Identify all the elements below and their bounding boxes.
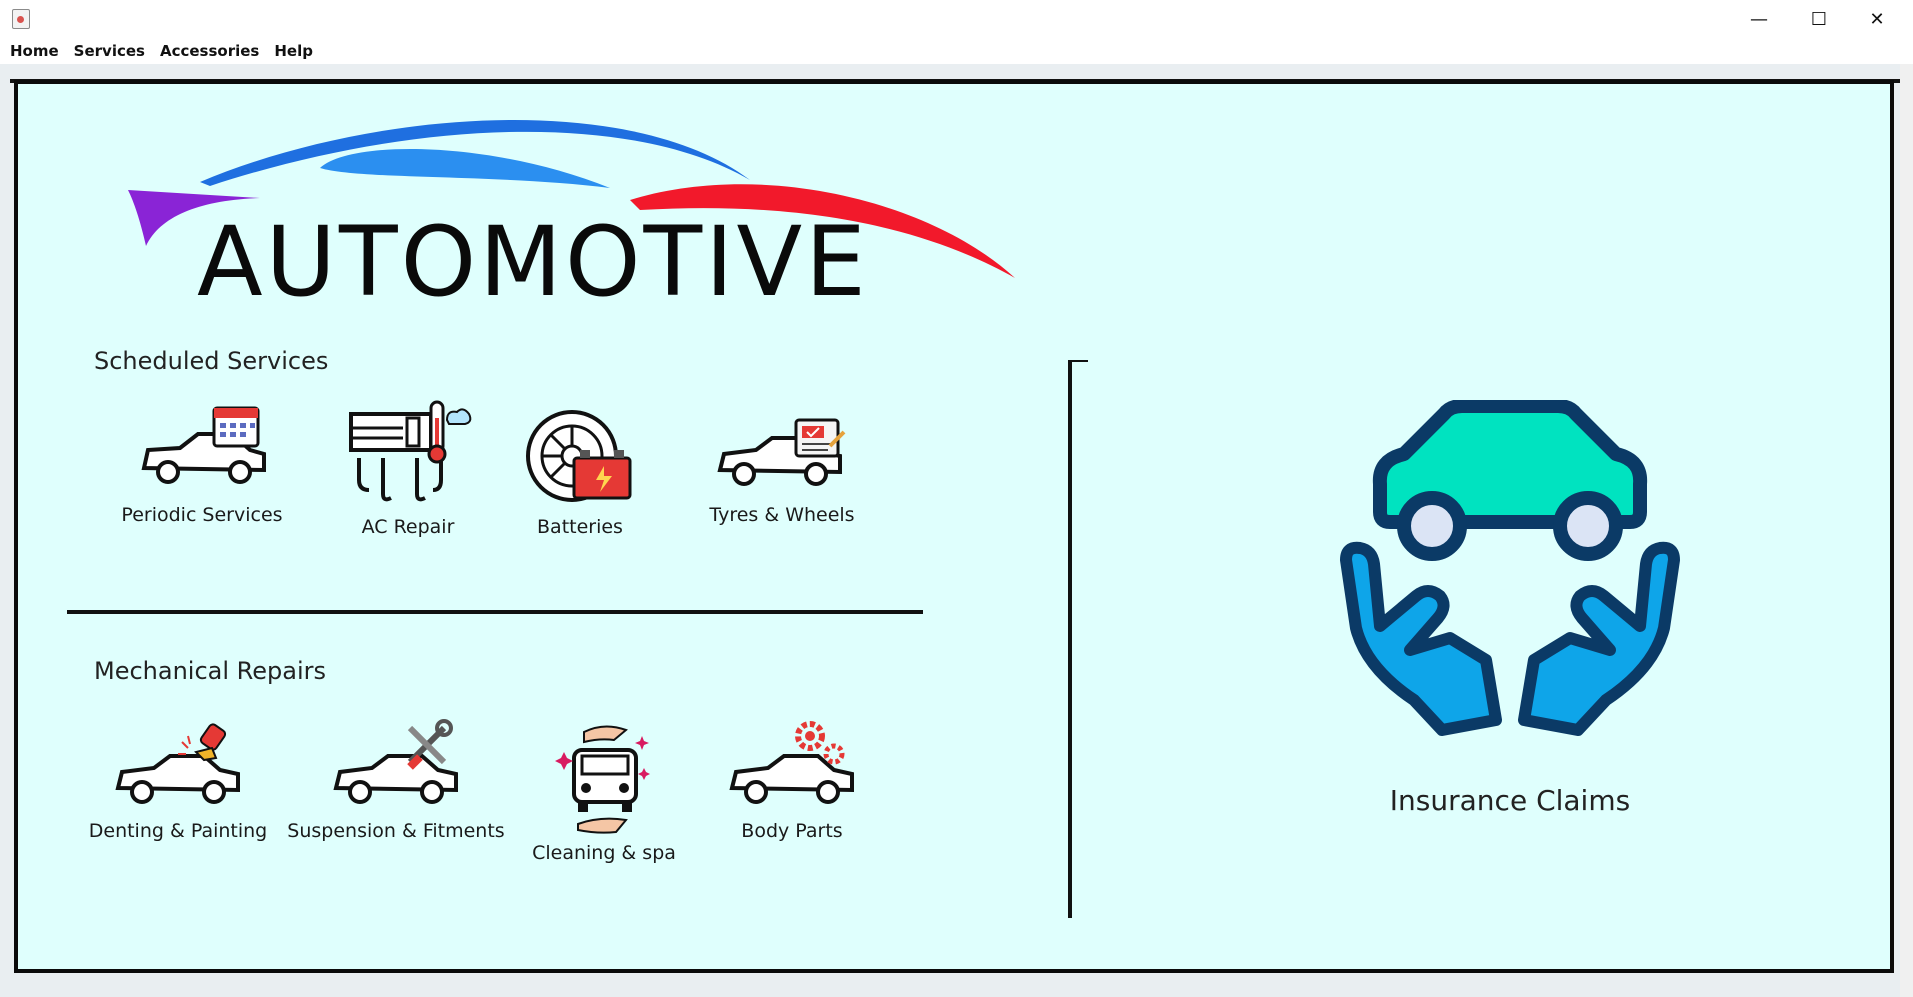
right-edge bbox=[1900, 64, 1913, 997]
batteries-tile[interactable]: Batteries bbox=[470, 398, 690, 538]
menu-help[interactable]: Help bbox=[274, 40, 313, 62]
ac-thermometer-icon bbox=[349, 400, 472, 502]
maximize-icon: ☐ bbox=[1810, 8, 1828, 30]
mechanical-repairs-title: Mechanical Repairs bbox=[94, 657, 327, 685]
denting-painting-label: Denting & Painting bbox=[88, 820, 268, 842]
title-bar: — ☐ ✕ bbox=[0, 0, 1913, 38]
car-calendar-icon bbox=[141, 406, 266, 484]
vertical-divider-tick bbox=[1068, 360, 1088, 362]
insurance-claims-tile[interactable]: Insurance Claims bbox=[1310, 399, 1710, 817]
close-icon: ✕ bbox=[1869, 8, 1885, 30]
menu-services[interactable]: Services bbox=[74, 40, 145, 62]
logo-text: AUTOMOTIVE bbox=[197, 206, 869, 318]
minimize-icon: — bbox=[1750, 8, 1768, 30]
insurance-claims-label: Insurance Claims bbox=[1389, 784, 1631, 817]
minimize-button[interactable]: — bbox=[1730, 0, 1788, 38]
maximize-button[interactable]: ☐ bbox=[1790, 0, 1848, 38]
car-spray-gun-icon bbox=[115, 723, 240, 804]
menu-bar: Home Services Accessories Help bbox=[0, 38, 1913, 64]
menu-accessories[interactable]: Accessories bbox=[160, 40, 259, 62]
menu-home[interactable]: Home bbox=[10, 40, 59, 62]
suspension-fitments-tile[interactable]: Suspension & Fitments bbox=[286, 718, 506, 842]
tire-battery-icon bbox=[526, 410, 632, 502]
body-parts-tile[interactable]: Body Parts bbox=[682, 718, 902, 842]
car-hands-clean-icon bbox=[555, 725, 650, 834]
car-hands-insurance-icon bbox=[1340, 399, 1680, 736]
periodic-services-tile[interactable]: Periodic Services bbox=[92, 398, 312, 526]
car-checklist-icon bbox=[717, 418, 846, 486]
tyres-wheels-tile[interactable]: Tyres & Wheels bbox=[672, 398, 892, 526]
suspension-fitments-label: Suspension & Fitments bbox=[287, 820, 505, 842]
periodic-services-label: Periodic Services bbox=[121, 504, 283, 526]
automotive-logo: AUTOMOTIVE bbox=[110, 100, 1030, 315]
car-wrench-icon bbox=[333, 719, 458, 804]
batteries-label: Batteries bbox=[537, 516, 623, 538]
cleaning-spa-tile[interactable]: Cleaning & spa bbox=[494, 720, 714, 864]
vertical-divider bbox=[1068, 360, 1072, 918]
java-app-icon bbox=[12, 9, 30, 29]
section-divider bbox=[67, 610, 923, 614]
denting-painting-tile[interactable]: Denting & Painting bbox=[68, 718, 288, 842]
cleaning-spa-label: Cleaning & spa bbox=[532, 842, 676, 864]
tyres-wheels-label: Tyres & Wheels bbox=[709, 504, 855, 526]
close-button[interactable]: ✕ bbox=[1848, 0, 1906, 38]
scheduled-services-title: Scheduled Services bbox=[94, 347, 329, 375]
body-parts-label: Body Parts bbox=[741, 820, 843, 842]
car-gears-icon bbox=[729, 721, 854, 804]
